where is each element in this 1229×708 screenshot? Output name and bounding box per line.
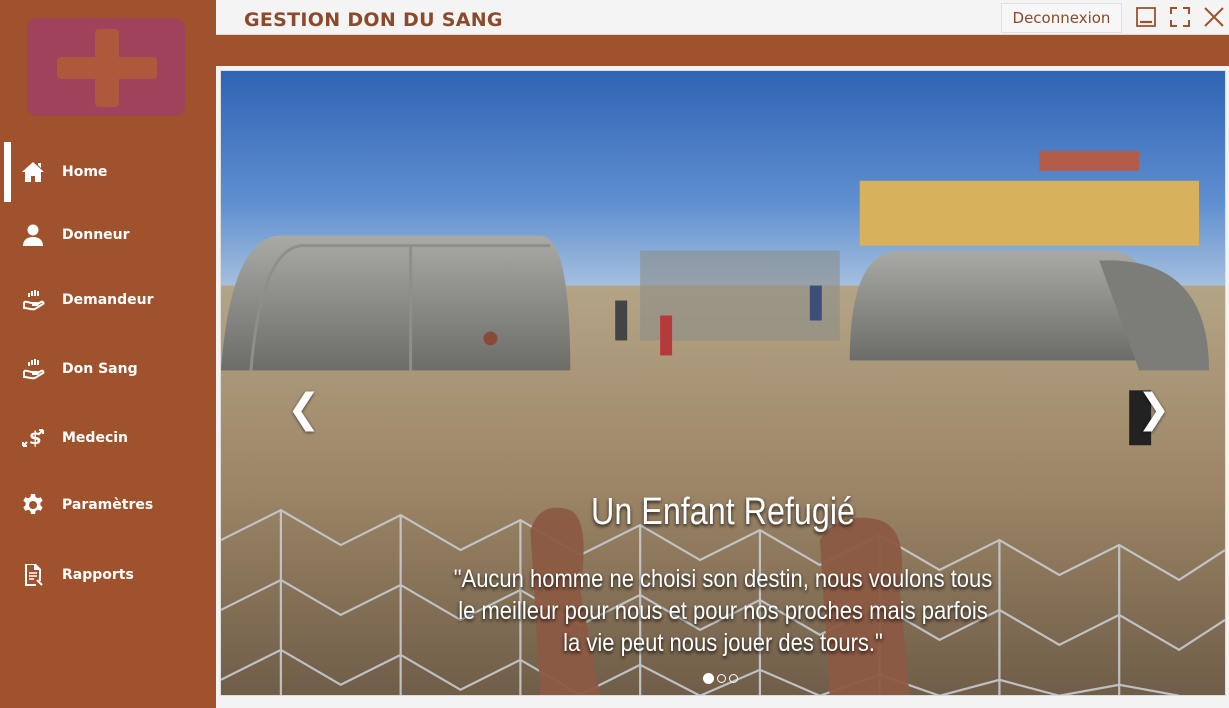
sidebar-item-label: Donneur [62,227,130,243]
sidebar-item-donneur[interactable]: Donneur [0,205,216,265]
user-icon [20,222,46,248]
sidebar-item-rapports[interactable]: Rapports [0,545,216,605]
logo-cross-vertical [95,29,119,107]
hand-icon [20,287,46,313]
sidebar-item-label: Medecin [62,430,129,446]
carousel-indicator-2[interactable] [717,674,726,683]
app-logo [27,18,185,116]
logout-button[interactable]: Deconnexion [1001,3,1122,33]
money-exchange-icon: $ [20,425,46,451]
app-title: GESTION DON DU SANG [244,9,503,31]
bottom-strip [216,696,1229,708]
close-icon[interactable] [1202,5,1226,29]
image-carousel[interactable]: Un Enfant Refugié "Aucun homme ne choisi… [220,70,1226,696]
sidebar-item-home[interactable]: Home [0,142,216,202]
carousel-indicator-1[interactable] [703,673,714,684]
slide-title: Un Enfant Refugié [591,491,855,533]
title-bar: GESTION DON DU SANG Deconnexion [216,0,1229,35]
carousel-prev-button[interactable]: ❮ [287,389,321,429]
maximize-icon[interactable] [1168,5,1192,29]
report-icon [20,562,46,588]
gear-icon [20,492,46,518]
header-band [216,35,1229,66]
sidebar-item-label: Home [62,164,108,180]
slide-quote: "Aucun homme ne choisi son destin, nous … [453,565,993,657]
sidebar-item-label: Rapports [62,567,134,583]
sidebar-item-don-sang[interactable]: Don Sang [0,339,216,399]
home-icon [20,159,46,185]
minimize-icon[interactable] [1134,5,1158,29]
sidebar-item-label: Demandeur [62,292,154,308]
hand-icon [20,356,46,382]
svg-text:$: $ [29,428,42,449]
sidebar: Home Donneur Demandeur Don Sang $ Medeci… [0,0,216,708]
carousel-indicator-3[interactable] [729,674,738,683]
sidebar-item-parametres[interactable]: Paramètres [0,475,216,535]
carousel-next-button[interactable]: ❯ [1137,389,1171,429]
sidebar-item-label: Paramètres [62,497,154,513]
carousel-indicators [703,673,738,684]
sidebar-item-medecin[interactable]: $ Medecin [0,408,216,468]
sidebar-item-demandeur[interactable]: Demandeur [0,270,216,330]
sidebar-item-label: Don Sang [62,361,138,377]
